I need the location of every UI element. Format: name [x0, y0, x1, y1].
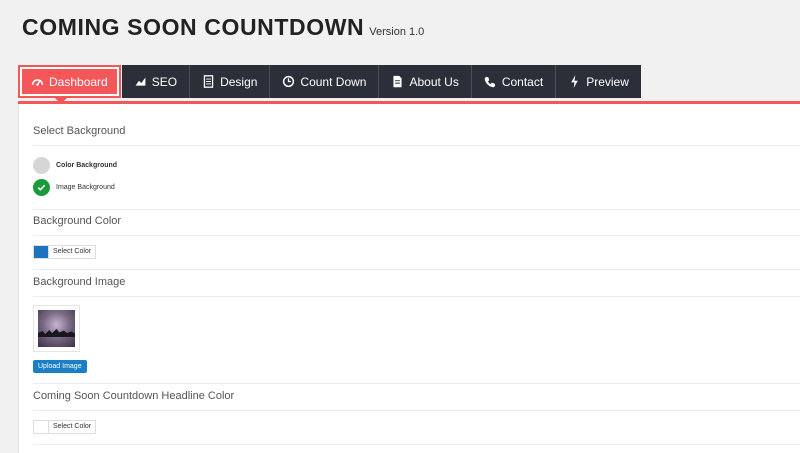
phone-icon [484, 75, 497, 88]
divider [33, 235, 800, 236]
background-image-thumbnail[interactable] [33, 305, 80, 352]
document-icon [202, 75, 215, 88]
tab-design[interactable]: Design [190, 65, 271, 98]
tab-label: About Us [409, 74, 459, 89]
section-title-select-background: Select Background [33, 125, 126, 137]
settings-panel: Select Background Color Background Image… [18, 104, 800, 453]
divider [33, 209, 800, 210]
color-swatch [34, 421, 48, 433]
upload-image-button[interactable]: Upload Image [33, 360, 87, 373]
tab-seo[interactable]: SEO [121, 65, 191, 98]
radio-unchecked[interactable] [33, 157, 50, 174]
radio-checked[interactable] [33, 179, 50, 196]
radio-label: Image Background [56, 184, 115, 191]
tab-label: Dashboard [49, 74, 108, 89]
divider [33, 410, 800, 411]
radio-label: Color Background [56, 162, 118, 169]
divider [33, 269, 800, 270]
select-color-label: Select Color [48, 421, 96, 433]
app-version: Version 1.0 [369, 26, 425, 38]
chart-icon [134, 75, 147, 88]
tab-contact[interactable]: Contact [471, 65, 557, 98]
tab-dashboard[interactable]: Dashboard [18, 65, 121, 104]
select-color-label: Select Color [48, 246, 96, 258]
section-title-background-color: Background Color [33, 215, 122, 227]
tab-label: Count Down [300, 74, 367, 89]
tab-preview[interactable]: Preview [556, 65, 641, 98]
radio-color-background[interactable]: Color Background [33, 157, 117, 174]
clock-icon [282, 75, 295, 88]
divider [33, 383, 800, 384]
color-swatch [34, 246, 48, 258]
tab-label: Contact [501, 74, 544, 89]
tab-label: Preview [586, 74, 629, 89]
divider [33, 296, 800, 297]
image-preview [38, 310, 75, 347]
tab-about-us[interactable]: About Us [379, 65, 472, 98]
headline-color-picker[interactable]: Select Color [33, 420, 97, 434]
divider [33, 444, 800, 445]
divider [33, 145, 800, 146]
file-icon [391, 75, 404, 88]
header: COMING SOON COUNTDOWN Version 1.0 [22, 14, 424, 41]
radio-image-background[interactable]: Image Background [33, 179, 115, 196]
bolt-icon [568, 75, 581, 88]
section-title-background-image: Background Image [33, 276, 126, 288]
app-title: COMING SOON COUNTDOWN [22, 14, 365, 40]
section-title-headline-color: Coming Soon Countdown Headline Color [33, 390, 235, 402]
dashboard-icon [31, 75, 44, 88]
checkmark-icon [37, 184, 46, 191]
tab-count-down[interactable]: Count Down [270, 65, 380, 98]
background-color-picker[interactable]: Select Color [33, 245, 97, 259]
nav-bar: Dashboard SEO Design Count Down About Us… [18, 65, 641, 104]
tab-label: SEO [151, 74, 178, 89]
tab-label: Design [220, 74, 258, 89]
silhouette [38, 329, 75, 337]
